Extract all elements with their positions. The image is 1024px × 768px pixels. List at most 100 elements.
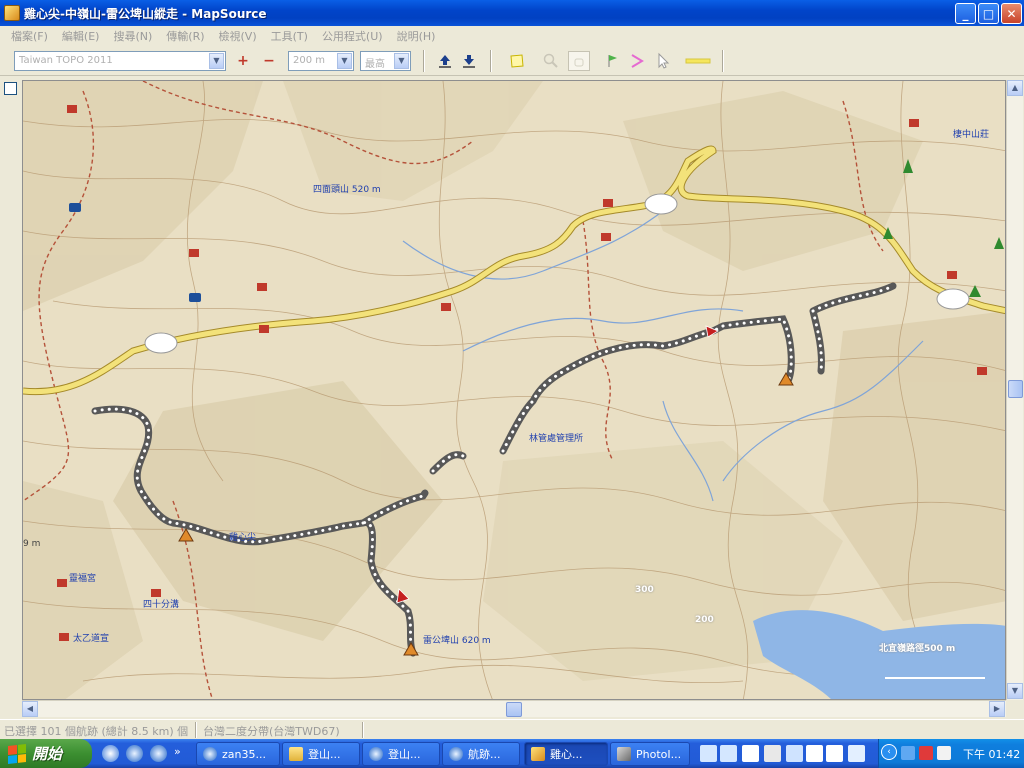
map-tool-button[interactable]	[506, 51, 528, 71]
help-icon[interactable]	[826, 745, 843, 762]
scroll-right-arrow[interactable]: ▶	[989, 701, 1005, 717]
task-label: 登山...	[308, 748, 341, 761]
upload-icon	[439, 55, 451, 68]
toolbar: Taiwan TOPO 2011 ▼ + − 200 m ▼ 最高 ▼	[0, 46, 1024, 76]
menu-bar: 檔案(F) 編輯(E) 搜尋(N) 傳輸(R) 檢視(V) 工具(T) 公用程式…	[0, 26, 1024, 46]
status-divider	[195, 722, 197, 738]
volume-icon[interactable]	[937, 746, 951, 760]
close-button[interactable]: ✕	[1001, 3, 1022, 24]
hand-icon	[574, 58, 584, 67]
ime-menu-icon[interactable]	[848, 745, 865, 762]
road-number-marker	[144, 332, 178, 354]
task-label: zan35...	[222, 747, 266, 761]
task-folder[interactable]: 登山...	[282, 742, 360, 766]
menu-file[interactable]: 檔案(F)	[4, 28, 55, 44]
chevron-down-icon[interactable]: ▼	[337, 53, 352, 69]
task-label: 航跡...	[468, 748, 501, 761]
zoom-level-value: 200 m	[293, 55, 326, 66]
chevron-down-icon[interactable]: ▼	[209, 53, 224, 69]
toolbar-separator	[490, 50, 492, 72]
task-photoimpact[interactable]: PhotoI...	[610, 742, 690, 766]
mapsource-app-icon[interactable]	[4, 5, 20, 21]
toolbar-separator	[423, 50, 425, 72]
label-elevation-200: 200	[695, 615, 714, 625]
window-title: 雞心尖-中嶺山-雷公埤山縱走 - MapSource	[24, 6, 267, 21]
task-label: 雞心...	[550, 748, 583, 761]
menu-view[interactable]: 檢視(V)	[212, 28, 264, 44]
chevron-down-icon[interactable]: ▼	[394, 53, 409, 69]
send-to-device-button[interactable]	[458, 51, 480, 71]
title-bar: 雞心尖-中嶺山-雷公埤山縱走 - MapSource _ □ ✕	[0, 0, 1024, 26]
task-label: PhotoI...	[636, 747, 682, 761]
status-selection: 已選擇 101 個航跡 (總計 8.5 km) 個	[4, 725, 189, 738]
waypoint-tool-button[interactable]	[602, 51, 624, 71]
task-zan35[interactable]: zan35...	[196, 742, 280, 766]
network-icon[interactable]	[901, 746, 915, 760]
label-elevation-300: 300	[635, 585, 654, 595]
scroll-up-arrow[interactable]: ▲	[1007, 80, 1023, 96]
receive-from-device-button[interactable]	[434, 51, 456, 71]
detail-select[interactable]: 最高 ▼	[360, 51, 411, 71]
horizontal-scrollbar[interactable]: ◀ ▶	[22, 700, 1006, 717]
label-sisiman: 四面頭山 520 m	[313, 185, 381, 195]
clock: 下午 01:42	[963, 748, 1021, 761]
zoom-in-button[interactable]: +	[232, 51, 254, 71]
menu-utilities[interactable]: 公用程式(U)	[315, 28, 390, 44]
label-sishifen: 四十分溝	[143, 600, 180, 610]
half-width-icon[interactable]	[742, 745, 759, 762]
map-view[interactable]: 四面頭山 520 m 雞心尖 林管處管理所 四十分溝 太乙道宣 靈福宮 雷公埤山…	[22, 80, 1006, 700]
ime-icon[interactable]	[700, 745, 717, 762]
taskbar: 開始 » zan35... 登山... 登山... 航跡... 雞心... Ph…	[0, 739, 1024, 768]
map-product-value: Taiwan TOPO 2011	[19, 55, 113, 66]
ie-icon[interactable]	[150, 745, 167, 762]
folder-icon	[289, 747, 303, 761]
menu-transfer[interactable]: 傳輸(R)	[159, 28, 211, 44]
antivirus-icon[interactable]	[919, 746, 933, 760]
menu-help[interactable]: 說明(H)	[390, 28, 443, 44]
minimize-button[interactable]: _	[955, 3, 976, 24]
task-browser-2[interactable]: 航跡...	[442, 742, 520, 766]
measure-tool-button[interactable]	[682, 51, 714, 71]
punctuation-icon[interactable]	[764, 745, 781, 762]
label-forest-station: 林管處管理所	[529, 434, 584, 444]
zoom-level-select[interactable]: 200 m ▼	[288, 51, 354, 71]
start-label: 開始	[32, 745, 63, 763]
hand-tool-button[interactable]	[568, 51, 590, 71]
horizontal-scroll-thumb[interactable]	[506, 702, 522, 717]
ime-icon[interactable]	[720, 745, 737, 762]
label-taiyi: 太乙道宣	[73, 634, 110, 644]
ie-icon	[203, 747, 217, 761]
chevron-right-icon[interactable]: »	[174, 745, 181, 758]
scroll-left-arrow[interactable]: ◀	[22, 701, 38, 717]
vertical-scroll-thumb[interactable]	[1008, 380, 1023, 398]
map-product-select[interactable]: Taiwan TOPO 2011 ▼	[14, 51, 226, 71]
tool-icon[interactable]	[786, 745, 803, 762]
maximize-button[interactable]: □	[978, 3, 999, 24]
zoom-out-button[interactable]: −	[258, 51, 280, 71]
windows-logo-icon	[8, 743, 26, 764]
route-icon	[631, 54, 644, 68]
ie-icon[interactable]	[126, 745, 143, 762]
start-button[interactable]: 開始	[0, 739, 92, 768]
menu-edit[interactable]: 編輯(E)	[55, 28, 107, 44]
task-mapsource[interactable]: 雞心...	[524, 742, 608, 766]
menu-find[interactable]: 搜尋(N)	[106, 28, 159, 44]
flag-icon	[608, 55, 617, 67]
selection-tool-button[interactable]	[652, 51, 674, 71]
keyboard-icon[interactable]	[806, 745, 823, 762]
label-jixinjian: 雞心尖	[229, 533, 257, 543]
minus-icon: −	[263, 53, 275, 69]
show-desktop-icon[interactable]	[102, 745, 119, 762]
task-browser-1[interactable]: 登山...	[362, 742, 440, 766]
zoom-tool-button[interactable]	[540, 51, 562, 71]
panel-toggle-checkbox[interactable]	[4, 82, 17, 95]
menu-tools[interactable]: 工具(T)	[264, 28, 315, 44]
tray-expand-icon[interactable]: ‹	[881, 744, 897, 760]
mapsource-icon	[531, 747, 545, 761]
scroll-down-arrow[interactable]: ▼	[1007, 683, 1023, 699]
route-tool-button[interactable]	[626, 51, 648, 71]
magnifier-icon	[543, 53, 558, 68]
toolbar-separator	[722, 50, 724, 72]
label-elevation-edge: 9 m	[23, 539, 41, 549]
vertical-scrollbar[interactable]: ▲ ▼	[1006, 80, 1023, 700]
